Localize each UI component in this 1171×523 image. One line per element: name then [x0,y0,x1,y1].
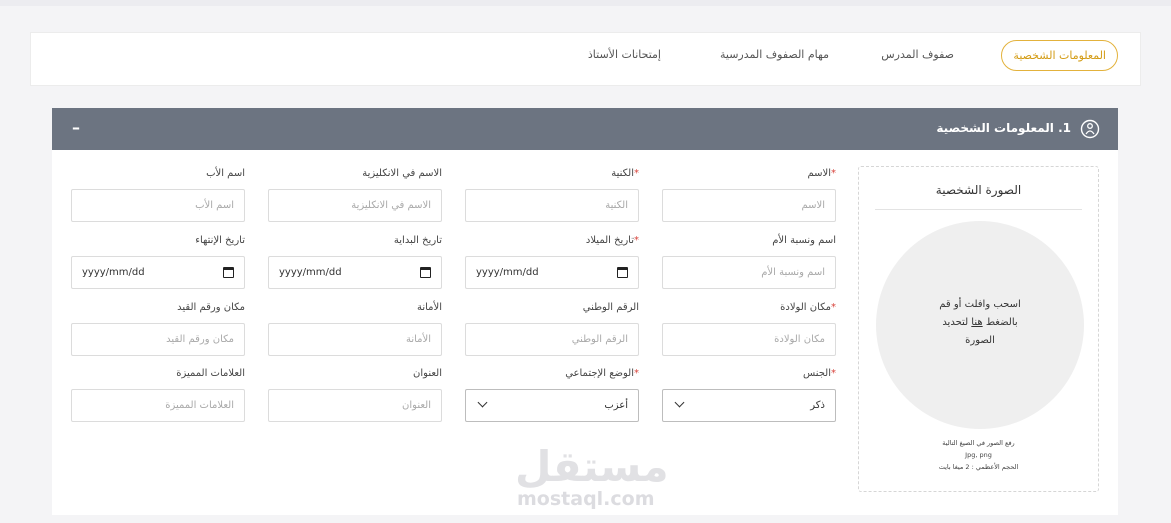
collapse-button[interactable]: – [72,118,80,137]
social-status-label: *الوضع الإجتماعي [565,368,639,379]
calendar-icon[interactable] [420,267,431,278]
name-input[interactable]: الاسم [662,189,836,222]
birth-place-label: *مكان الولادة [780,302,836,313]
amana-input[interactable]: الأمانة [268,323,442,356]
watermark-arabic: مستقل [515,442,669,491]
registry-label: مكان ورقم القيد [177,302,245,313]
dropzone-line2: بالضغط هنا لتحديد [904,314,1056,332]
birth-date-label-text: تاريخ الميلاد [585,235,634,246]
amana-label: الأمانة [416,302,442,313]
required-mark: * [831,368,836,379]
social-status-label-text: الوضع الإجتماعي [565,368,634,379]
photo-upload-box: الصورة الشخصية اسحب وافلت أو قم بالضغط ه… [858,166,1099,492]
english-name-input[interactable]: الاسم في الانكليزية [268,189,442,222]
required-mark: * [634,168,639,179]
panel-header[interactable]: 1. المعلومات الشخصية – [52,108,1118,150]
english-name-label: الاسم في الانكليزية [362,168,442,179]
gender-value: ذكر [810,400,825,411]
photo-title: الصورة الشخصية [935,183,1022,197]
photo-dropzone[interactable]: اسحب وافلت أو قم بالضغط هنا لتحديد الصور… [876,221,1084,429]
date-value: yyyy/mm/dd [279,267,342,278]
start-date-label: تاريخ البداية [393,235,442,246]
gender-select[interactable]: ذكر [662,389,836,422]
gender-label: *الجنس [803,368,836,379]
mother-name-input[interactable]: اسم ونسبة الأم [662,256,836,289]
social-status-select[interactable]: أعزب [465,389,639,422]
social-status-value: أعزب [604,400,628,411]
name-label-text: الاسم [807,168,831,179]
formats-label: رفع الصور في الصيغ التالية [942,439,1015,447]
surname-input[interactable]: الكنية [465,189,639,222]
required-mark: * [831,168,836,179]
upload-info: رفع الصور في الصيغ التالية Jpg, png الحج… [859,437,1098,473]
panel-title: 1. المعلومات الشخصية [936,121,1071,135]
registry-input[interactable]: مكان ورقم القيد [71,323,245,356]
end-date-input[interactable]: yyyy/mm/dd [71,256,245,289]
chevron-down-icon [674,397,685,408]
tab-bar: المعلومات الشخصية صفوف المدرس مهام الصفو… [30,32,1141,86]
start-date-input[interactable]: yyyy/mm/dd [268,256,442,289]
birth-date-input[interactable]: yyyy/mm/dd [465,256,639,289]
dropzone-text: اسحب وافلت أو قم بالضغط هنا لتحديد الصور… [904,296,1056,350]
date-value: yyyy/mm/dd [82,267,145,278]
tab-personal-info[interactable]: المعلومات الشخصية [1001,40,1118,71]
gender-label-text: الجنس [802,368,831,379]
top-strip [0,0,1171,6]
tab-class-tasks[interactable]: مهام الصفوف المدرسية [720,48,829,61]
person-icon [1080,119,1100,139]
dropzone-line2-pre: بالضغط [982,317,1018,328]
surname-label: *الكنية [611,168,639,179]
father-name-label: اسم الأب [206,168,245,179]
address-input[interactable]: العنوان [268,389,442,422]
birth-place-input[interactable]: مكان الولادة [662,323,836,356]
formats-value: Jpg, png [965,451,992,459]
name-label: *الاسم [807,168,836,179]
required-mark: * [634,235,639,246]
divider [875,209,1082,210]
address-label: العنوان [413,368,442,379]
father-name-input[interactable]: اسم الأب [71,189,245,222]
required-mark: * [634,368,639,379]
max-size: الحجم الأعظمي : 2 ميغا بايت [938,463,1019,471]
required-mark: * [831,302,836,313]
click-here-link[interactable]: هنا [971,317,982,328]
mother-name-label: اسم ونسبة الأم [772,235,836,246]
watermark-latin: mostaql.com [517,488,655,510]
end-date-label: تاريخ الإنتهاء [195,235,245,246]
chevron-down-icon [477,397,488,408]
tab-teacher-classes[interactable]: صفوف المدرس [881,48,954,61]
marks-label: العلامات المميزة [176,368,245,379]
birth-date-label: *تاريخ الميلاد [586,235,639,246]
dropzone-line3: الصورة [965,335,995,346]
tab-teacher-exams[interactable]: إمتحانات الأستاذ [588,48,661,61]
date-value: yyyy/mm/dd [476,267,539,278]
national-id-label: الرقم الوطني [582,302,639,313]
dropzone-line2-post: لتحديد [942,317,972,328]
marks-input[interactable]: العلامات المميزة [71,389,245,422]
calendar-icon[interactable] [617,267,628,278]
calendar-icon[interactable] [223,267,234,278]
surname-label-text: الكنية [611,168,634,179]
national-id-input[interactable]: الرقم الوطني [465,323,639,356]
birth-place-label-text: مكان الولادة [780,302,831,313]
dropzone-line1: اسحب وافلت أو قم [939,299,1021,310]
